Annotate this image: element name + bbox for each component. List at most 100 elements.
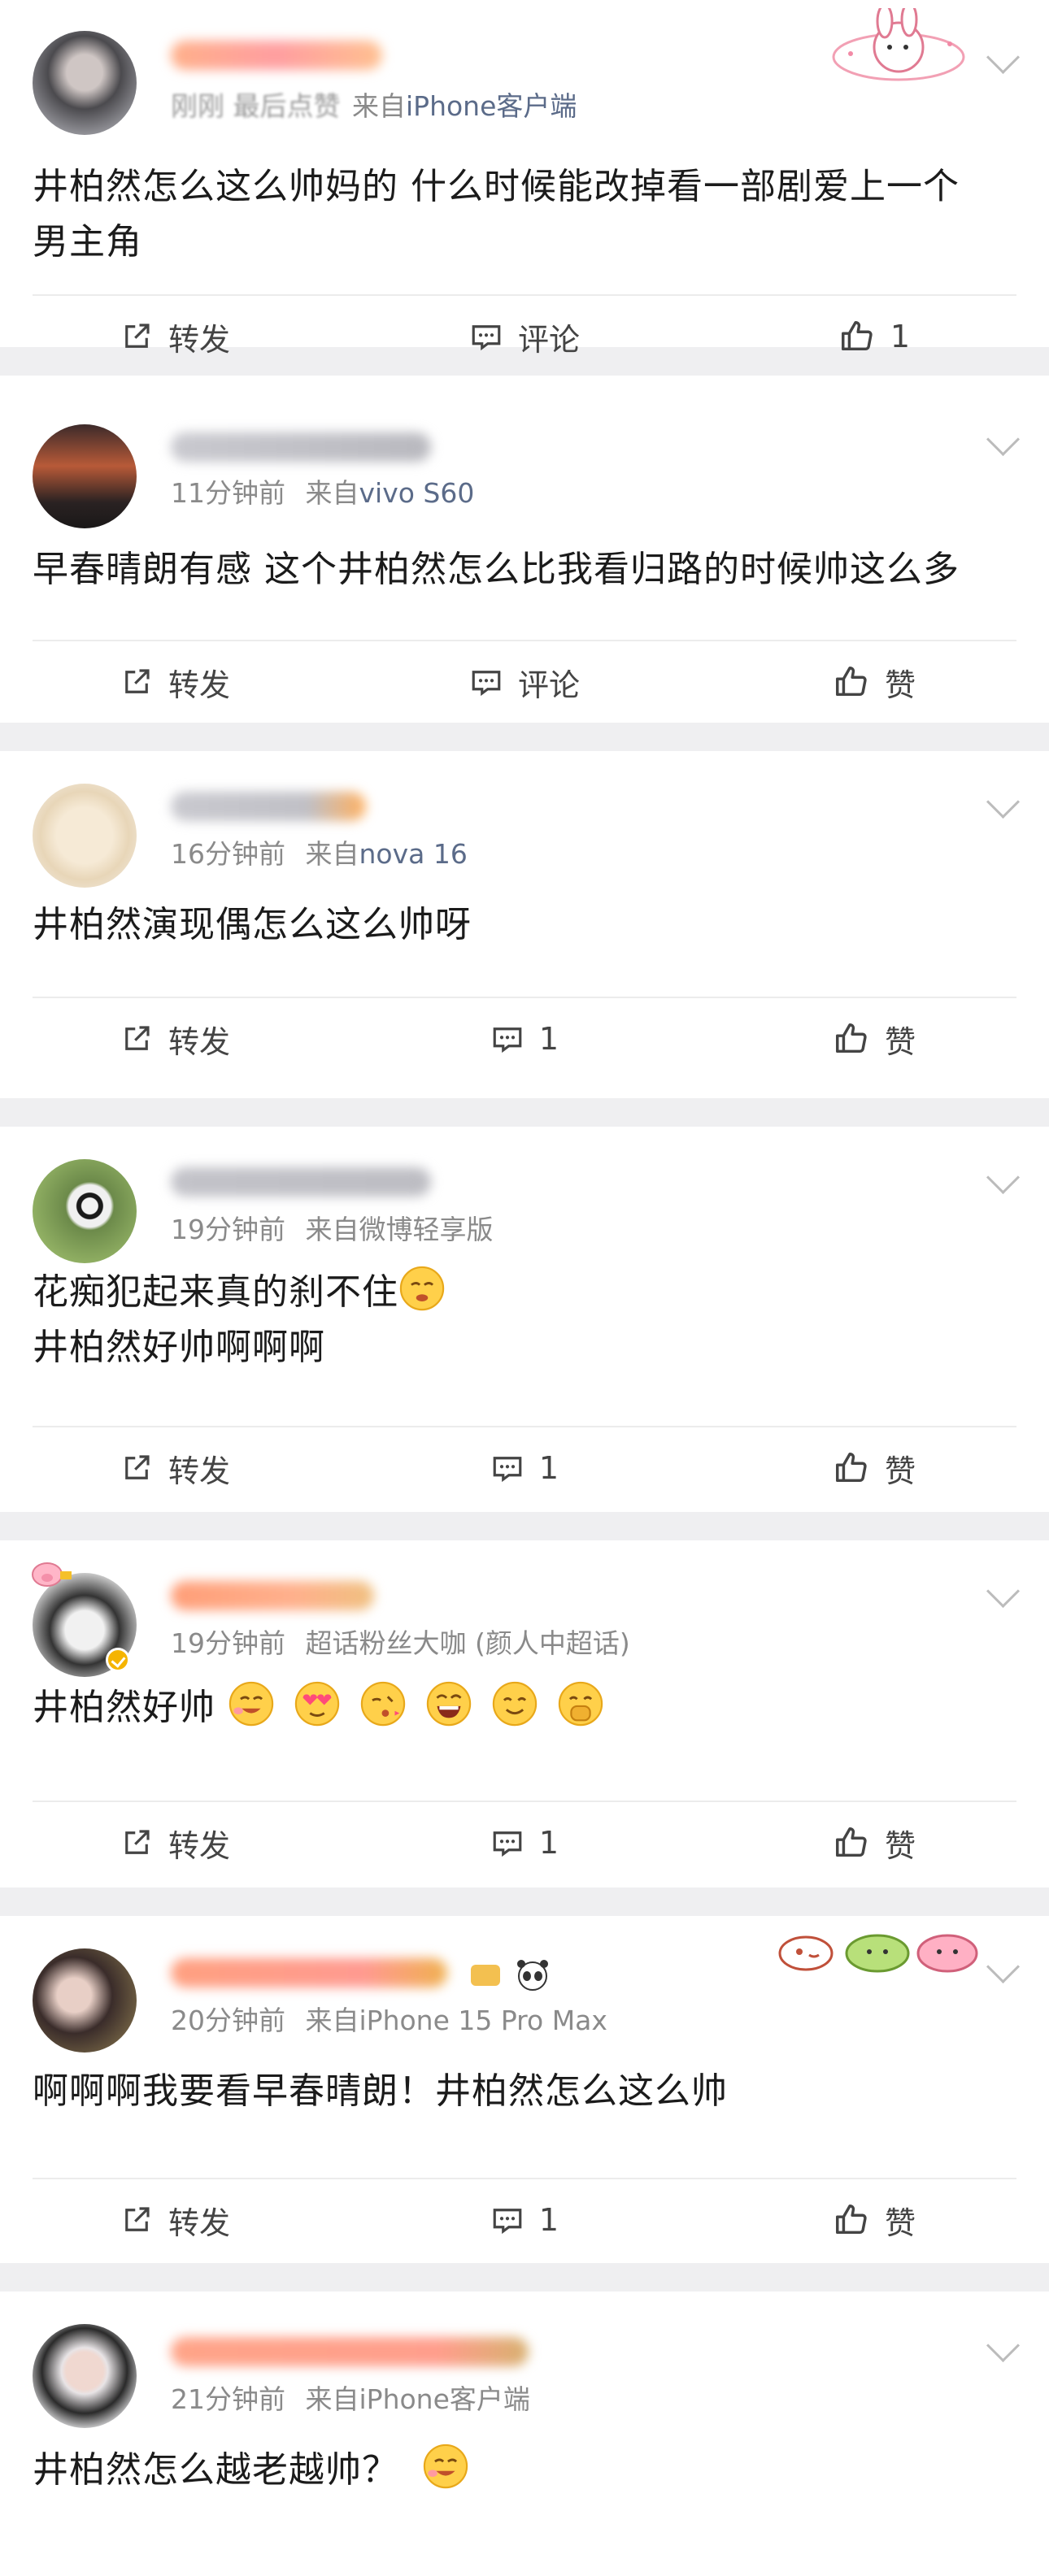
like-label: 1 [890,319,911,354]
meta-source: 来自微博轻享版 [305,1214,494,1245]
action-bar: 转发 1 赞 [0,1427,1049,1509]
repost-icon [125,669,150,693]
more-options-chevron-down-icon[interactable] [986,1949,1021,1984]
repost-icon [125,1455,150,1479]
comment-button[interactable]: 1 [350,1450,699,1486]
repost-button[interactable]: 转发 [0,315,350,359]
badge-stickers-icon [471,1960,548,1991]
verified-badge-icon [106,1648,130,1672]
meta-device: vivo S60 [359,477,475,509]
comment-text: 井柏然演现偶怎么这么帅呀 [33,897,1016,953]
repost-icon [125,324,150,348]
more-options-chevron-down-icon[interactable] [986,1160,1021,1195]
decor-stickers-icon [778,1934,978,1973]
action-bar: 转发 1 赞 [0,1802,1049,1883]
comment-button[interactable]: 1 [350,1825,699,1861]
meta-time: 刚刚 最后点赞 [171,90,341,122]
avatar[interactable] [33,424,137,528]
comment-button[interactable]: 评论 [350,660,699,705]
like-button[interactable]: 赞 [699,1017,1049,1062]
like-button[interactable]: 赞 [699,1821,1049,1866]
username-blurred[interactable] [171,41,382,70]
repost-icon [125,1026,150,1050]
avatar[interactable] [33,784,137,888]
avatar[interactable] [33,2324,137,2428]
repost-button[interactable]: 转发 [0,1017,350,1062]
action-bar: 转发 评论 1 [0,296,1049,377]
repost-label: 转发 [168,667,230,703]
comment-label: 评论 [517,667,580,703]
repost-icon [125,1830,150,1854]
comment-line-text: 花痴犯起来真的刹不住 [33,1271,398,1313]
comment-button[interactable]: 1 [350,2202,699,2238]
avatar[interactable] [33,1159,137,1263]
like-button[interactable]: 1 [699,318,1049,355]
like-button[interactable]: 赞 [699,2198,1049,2243]
comment-text: 井柏然怎么这么帅妈的 什么时候能改掉看一部剧爱上一个 男主角 [33,159,1016,270]
comment-card: 11分钟前 来自vivo S60 早春晴朗有感 这个井柏然怎么比我看归路的时候帅… [0,376,1049,723]
repost-button[interactable]: 转发 [0,2198,350,2243]
thumbs-up-icon [841,321,873,351]
comment-icon [493,1831,522,1857]
emoji-icon [294,1681,340,1727]
username-blurred[interactable] [171,1958,447,1987]
meta-time: 11分钟前 [171,477,285,509]
comment-card: 20分钟前 来自iPhone 15 Pro Max 啊啊啊我要看早春晴朗！井柏然… [0,1916,1049,2263]
comment-text: 花痴犯起来真的刹不住 井柏然好帅啊啊啊 [33,1265,1016,1375]
comment-button[interactable]: 1 [350,1021,699,1057]
comment-button[interactable]: 评论 [350,315,699,359]
username-blurred[interactable] [171,432,431,462]
username-blurred[interactable] [171,1581,374,1610]
comment-line: 花痴犯起来真的刹不住 [33,1265,1016,1320]
username-blurred[interactable] [171,792,366,821]
comment-card: 19分钟前 来自微博轻享版 花痴犯起来真的刹不住 井柏然好帅啊啊啊 转发 1 赞 [0,1127,1049,1512]
repost-label: 转发 [168,1453,230,1489]
avatar[interactable] [33,1948,137,2053]
emoji-icon [229,1681,274,1727]
comment-feed: 刚刚 最后点赞 来自iPhone客户端 井柏然怎么这么帅妈的 什么时候能改掉看一… [0,0,1049,2576]
comment-label: 1 [538,1021,559,1057]
thumbs-up-icon [836,1023,867,1053]
like-button[interactable]: 赞 [699,1446,1049,1491]
comment-line-text: 井柏然怎么越老越帅？ [33,2449,398,2491]
repost-button[interactable]: 转发 [0,1821,350,1866]
repost-button[interactable]: 转发 [0,1446,350,1491]
more-options-chevron-down-icon[interactable] [986,784,1021,819]
username-blurred[interactable] [171,2337,529,2366]
comment-label: 1 [538,1450,559,1486]
meta-time: 16分钟前 [171,838,285,870]
post-meta: 19分钟前 来自微博轻享版 [171,1208,494,1247]
meta-device: iPhone 15 Pro Max [359,2005,607,2036]
thumbs-up-icon [836,2205,867,2235]
username-blurred[interactable] [171,1167,431,1197]
comment-line-text: 井柏然好帅 [33,1687,215,1728]
comment-card: 16分钟前 来自nova 16 井柏然演现偶怎么这么帅呀 转发 1 赞 [0,751,1049,1098]
more-options-chevron-down-icon[interactable] [986,422,1021,457]
comment-label: 1 [538,1825,559,1861]
like-button[interactable]: 赞 [699,660,1049,705]
repost-label: 转发 [168,321,230,358]
comment-line: 井柏然怎么这么帅妈的 什么时候能改掉看一部剧爱上一个 [33,166,960,207]
action-bar: 转发 评论 赞 [0,641,1049,723]
comment-text: 井柏然怎么越老越帅？ [33,2443,1016,2498]
more-options-chevron-down-icon[interactable] [986,40,1021,75]
repost-label: 转发 [168,1023,230,1060]
emoji-icon [426,1681,472,1727]
more-options-chevron-down-icon[interactable] [986,1574,1021,1609]
avatar[interactable] [33,31,137,135]
action-bar: 转发 1 赞 [0,998,1049,1079]
more-options-chevron-down-icon[interactable] [986,2328,1021,2363]
thumbs-up-icon [836,1453,867,1483]
comment-line: 井柏然演现偶怎么这么帅呀 [33,904,472,945]
comment-label: 1 [538,2202,559,2238]
emoji-icon [492,1681,538,1727]
emoji-icon [399,1266,445,1311]
like-label: 赞 [884,667,916,703]
comment-text: 啊啊啊我要看早春晴朗！井柏然怎么这么帅 [33,2064,1016,2119]
like-label: 赞 [884,2205,916,2241]
meta-device: iPhone客户端 [359,2383,530,2415]
like-label: 赞 [884,1453,916,1489]
repost-button[interactable]: 转发 [0,660,350,705]
like-label: 赞 [884,1827,916,1864]
meta-time: 19分钟前 [171,1627,285,1659]
